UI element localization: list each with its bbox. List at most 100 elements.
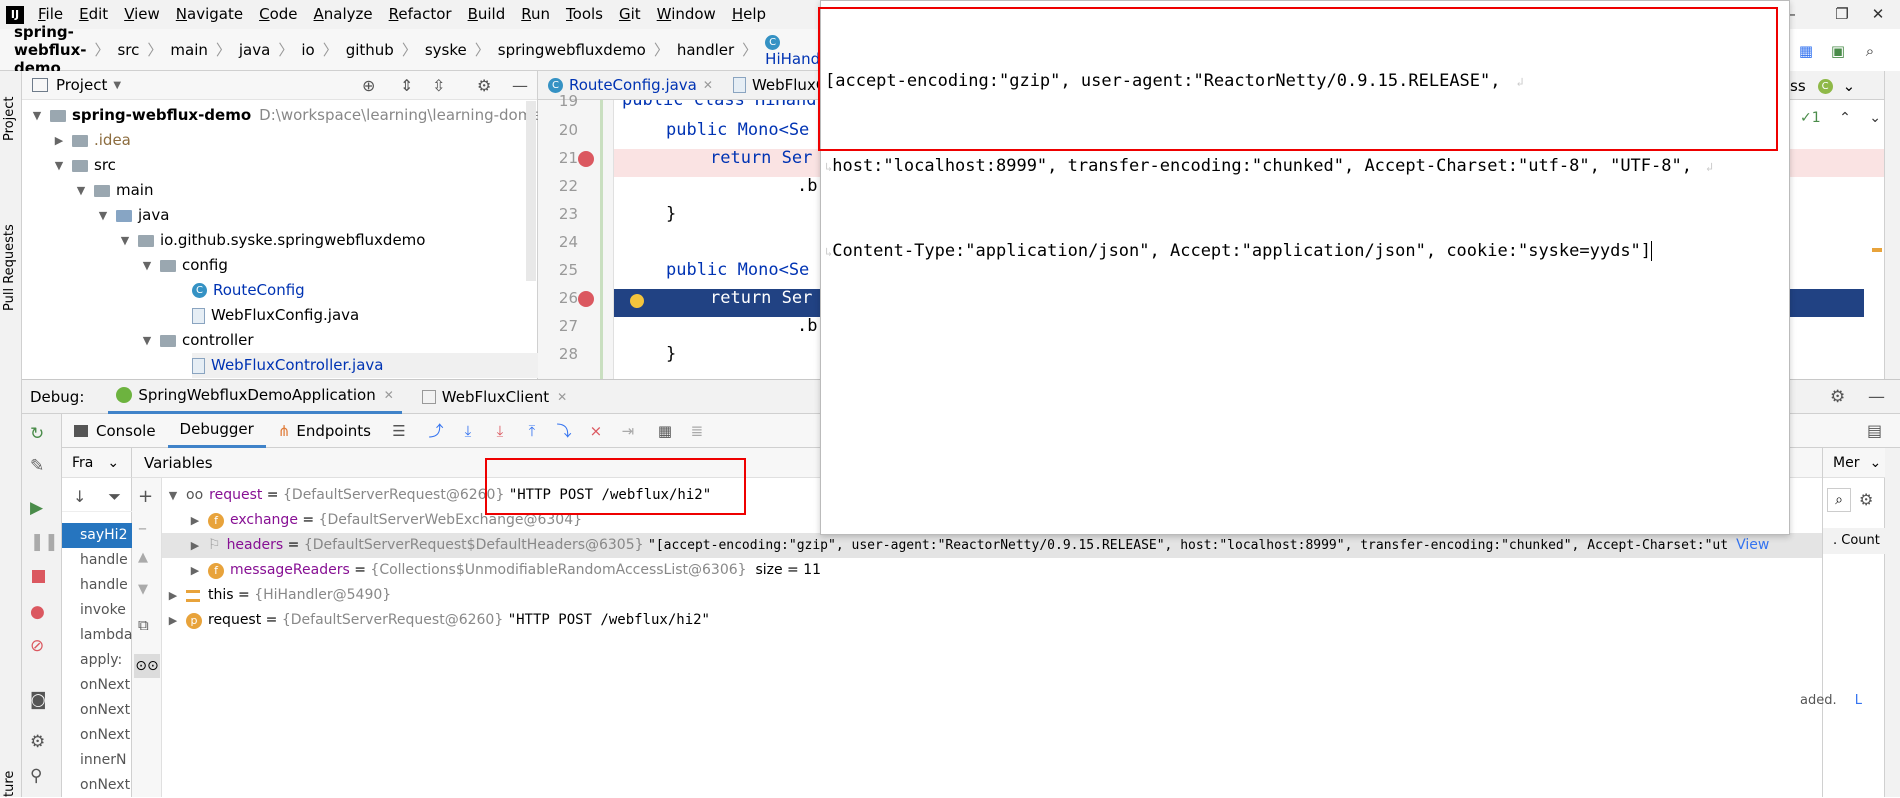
menu-navigate[interactable]: Navigate <box>168 0 251 29</box>
scrollbar[interactable] <box>526 101 536 281</box>
close-window-icon[interactable]: ✕ <box>1856 0 1900 29</box>
frame-item[interactable]: apply: <box>62 648 132 673</box>
project-view-selector[interactable]: Project <box>56 76 107 94</box>
menu-tools[interactable]: Tools <box>558 0 611 29</box>
frame-item[interactable]: handle <box>62 548 132 573</box>
chevron-down-icon[interactable]: ⌄ <box>1843 77 1856 95</box>
menu-build[interactable]: Build <box>460 0 514 29</box>
tree-item-main[interactable]: ▼ main <box>74 178 154 203</box>
frame-item[interactable]: lambda <box>62 623 132 648</box>
menu-refactor[interactable]: Refactor <box>381 0 460 29</box>
remove-watch-icon[interactable]: – <box>138 518 147 539</box>
debug-session-tab-webfluxclient[interactable]: WebFluxClient ✕ <box>414 388 575 406</box>
breadcrumb-handler[interactable]: handler <box>673 41 738 59</box>
add-watch-icon[interactable]: + <box>138 486 153 507</box>
arrow-down-icon[interactable]: ↓ <box>73 487 86 506</box>
tree-item-controller[interactable]: ▼ controller <box>140 328 254 353</box>
watches-toggle-icon[interactable]: ⊙⊙ <box>134 654 160 678</box>
inspection-widget[interactable]: ✓1 ⌃ ⌄ <box>1800 110 1881 126</box>
load-classes-link[interactable]: L <box>1855 693 1862 708</box>
variable-headers[interactable]: ▶ ⚐ headers = {DefaultServerRequest$Defa… <box>162 533 1822 558</box>
breadcrumb-github[interactable]: github <box>342 41 398 59</box>
frame-item[interactable]: handle <box>62 573 132 598</box>
rerun-icon[interactable]: ↻ <box>30 424 44 444</box>
chevron-down-icon[interactable]: ⌄ <box>107 455 119 471</box>
frame-item[interactable]: sayHi2 <box>62 523 132 548</box>
count-column-header[interactable]: . Count <box>1823 528 1885 554</box>
tree-item-java[interactable]: ▼ java <box>96 203 170 228</box>
code-editor[interactable]: public class HiHand public Mono<Se retur… <box>614 100 820 379</box>
tree-item-idea[interactable]: ▶ .idea <box>52 128 131 153</box>
breakpoint-icon[interactable] <box>578 291 594 307</box>
project-tool-button[interactable]: Project <box>2 97 17 141</box>
force-step-into-icon[interactable]: ⤒ <box>523 422 541 440</box>
tab-endpoints[interactable]: ⋔ Endpoints <box>266 414 383 448</box>
tree-item-routeconfig[interactable]: C RouteConfig <box>192 278 305 303</box>
structure-tool-button[interactable]: ture <box>2 771 17 797</box>
hide-panel-icon[interactable]: — <box>1868 387 1885 407</box>
menu-help[interactable]: Help <box>724 0 774 29</box>
frame-item[interactable]: innerN <box>62 748 132 773</box>
resume-icon[interactable]: ▶ <box>30 498 43 518</box>
tree-item-webfluxcontroller[interactable]: WebFluxController.java <box>192 353 538 378</box>
breadcrumb-src[interactable]: src <box>113 41 143 59</box>
gear-icon[interactable]: ⚙ <box>1859 490 1873 509</box>
menu-run[interactable]: Run <box>513 0 558 29</box>
close-tab-icon[interactable]: ✕ <box>703 78 713 92</box>
tree-item-package[interactable]: ▼ io.github.syske.springwebfluxdemo <box>118 228 426 253</box>
pull-requests-tool-button[interactable]: Pull Requests <box>2 224 17 311</box>
pin-icon[interactable]: ⚲ <box>30 766 42 786</box>
project-structure-icon[interactable]: ▦ <box>1797 42 1815 60</box>
move-up-icon[interactable]: ▲ <box>138 550 148 565</box>
filter-icon[interactable]: ⏷ <box>108 487 121 507</box>
hide-panel-icon[interactable]: — <box>512 76 528 95</box>
expand-all-icon[interactable]: ⇕ <box>400 76 413 95</box>
breadcrumb-springwebfluxdemo[interactable]: springwebfluxdemo <box>494 41 650 59</box>
menu-window[interactable]: Window <box>649 0 724 29</box>
view-breakpoints-icon[interactable]: ● <box>30 602 45 622</box>
step-out-icon[interactable]: ⤵ <box>555 422 573 440</box>
tree-item-src[interactable]: ▼ src <box>52 153 116 178</box>
evaluate-icon[interactable]: ▦ <box>656 422 674 440</box>
frame-item[interactable]: invoke <box>62 598 132 623</box>
move-down-icon[interactable]: ▼ <box>138 582 148 597</box>
frame-item[interactable]: onNext <box>62 723 132 748</box>
pause-icon[interactable]: ❚❚ <box>30 532 59 552</box>
variable-messagereaders[interactable]: ▶ f messageReaders = {Collections$Unmodi… <box>188 558 821 583</box>
close-tab-icon[interactable]: ✕ <box>384 388 394 402</box>
stop-icon[interactable] <box>32 570 45 583</box>
layout-icon[interactable]: ☰ <box>390 422 408 440</box>
breadcrumb-main[interactable]: main <box>166 41 211 59</box>
debug-session-tab-springwebfluxdemo[interactable]: SpringWebfluxDemoApplication ✕ <box>108 379 402 414</box>
tab-partial[interactable]: ss <box>1790 77 1806 95</box>
gear-icon[interactable]: ⚙ <box>477 76 491 95</box>
breadcrumb-syske[interactable]: syske <box>421 41 471 59</box>
tree-item-config[interactable]: ▼ config <box>140 253 228 278</box>
tree-item-webfluxconfig[interactable]: WebFluxConfig.java <box>192 303 359 328</box>
frame-item[interactable]: onNext <box>62 673 132 698</box>
menu-analyze[interactable]: Analyze <box>306 0 381 29</box>
breakpoint-icon[interactable] <box>578 151 594 167</box>
frame-item[interactable]: onNext <box>62 698 132 723</box>
view-link[interactable]: View <box>1736 533 1769 558</box>
chevron-up-icon[interactable]: ⌃ <box>1839 110 1851 126</box>
search-icon[interactable]: ⌕ <box>1827 488 1851 512</box>
chevron-down-icon[interactable]: ▼ <box>113 80 121 91</box>
gear-icon[interactable]: ⚙ <box>1830 387 1845 407</box>
chevron-down-icon[interactable]: ⌄ <box>1869 455 1881 471</box>
step-into-icon[interactable]: ⤓ <box>491 422 509 440</box>
locate-icon[interactable]: ⊕ <box>362 76 375 95</box>
menu-code[interactable]: Code <box>251 0 305 29</box>
variable-request-param[interactable]: ▶ p request = {DefaultServerRequest@6260… <box>166 608 710 633</box>
wrench-icon[interactable]: ✎ <box>30 456 44 476</box>
frame-item[interactable]: onNext <box>62 773 132 798</box>
drop-frame-icon[interactable]: ⨯ <box>587 422 605 440</box>
run-config-icon[interactable]: ▣ <box>1829 42 1847 60</box>
camera-icon[interactable]: ◙ <box>30 690 47 710</box>
layout-settings-icon[interactable]: ▤ <box>1867 421 1882 440</box>
collapse-all-icon[interactable]: ⇳ <box>432 76 445 95</box>
settings-icon[interactable]: ⚙ <box>30 732 45 752</box>
breadcrumb-java[interactable]: java <box>235 41 274 59</box>
breadcrumb-io[interactable]: io <box>297 41 318 59</box>
menu-git[interactable]: Git <box>611 0 649 29</box>
